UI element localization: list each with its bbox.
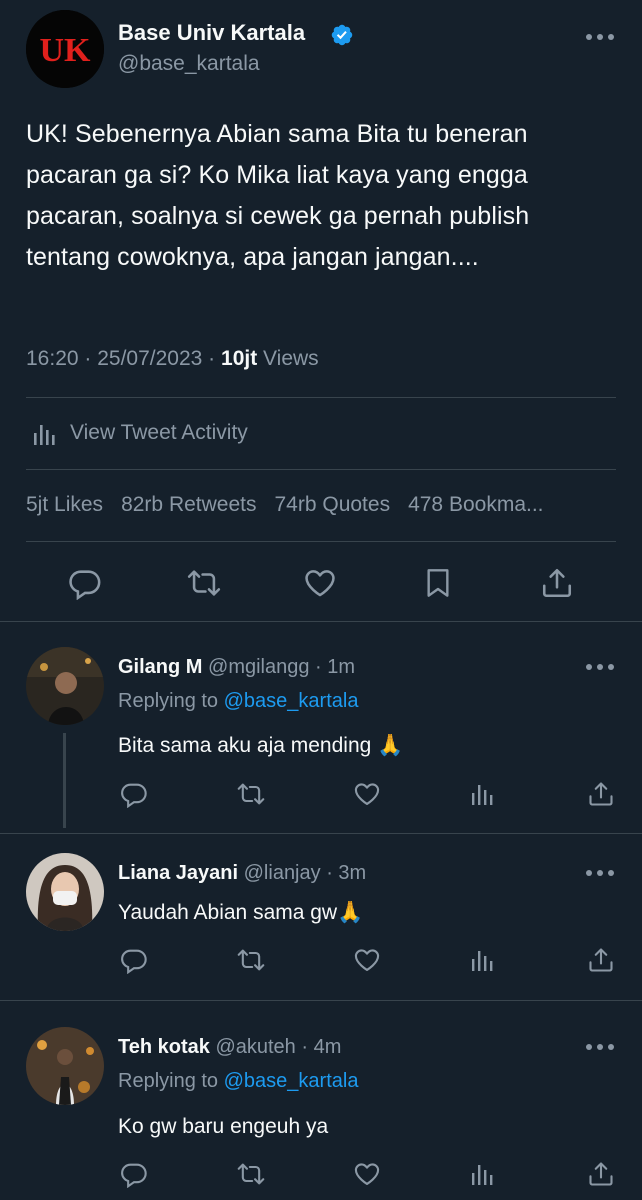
replying-to: Replying to @base_kartala bbox=[118, 690, 359, 712]
bookmarks-stat[interactable]: 478 Bookma... bbox=[408, 493, 543, 517]
reply-time[interactable]: 4m bbox=[314, 1036, 342, 1058]
tweet-action-bar bbox=[0, 560, 642, 606]
view-activity-label: View Tweet Activity bbox=[70, 421, 248, 444]
reply-author-name[interactable]: Gilang M bbox=[118, 656, 202, 678]
reply-text: Yaudah Abian sama gw🙏 bbox=[118, 901, 364, 924]
reply-icon[interactable] bbox=[68, 566, 102, 600]
reply-author-name[interactable]: Liana Jayani bbox=[118, 862, 238, 884]
retweet-icon[interactable] bbox=[236, 780, 266, 808]
reply-header: Teh kotak @akuteh · 4m bbox=[118, 1036, 342, 1058]
more-options-icon[interactable] bbox=[584, 1042, 616, 1052]
reply-action-bar bbox=[0, 1160, 642, 1194]
main-avatar[interactable]: UK bbox=[26, 10, 104, 88]
retweets-stat[interactable]: 82rb Retweets bbox=[121, 493, 256, 517]
divider bbox=[0, 833, 642, 834]
divider bbox=[0, 621, 642, 622]
like-icon[interactable] bbox=[303, 566, 337, 600]
reply-text: Bita sama aku aja mending 🙏 bbox=[118, 734, 404, 757]
divider bbox=[26, 541, 616, 542]
analytics-icon[interactable] bbox=[470, 780, 496, 808]
share-icon[interactable] bbox=[587, 780, 615, 808]
reply-avatar[interactable] bbox=[26, 647, 104, 725]
view-activity-link[interactable]: View Tweet Activity bbox=[30, 419, 248, 447]
replying-to-handle[interactable]: @base_kartala bbox=[224, 690, 359, 712]
tweet-body: UK! Sebenernya Abian sama Bita tu benera… bbox=[26, 120, 530, 271]
reply-icon[interactable] bbox=[120, 946, 148, 974]
bookmark-icon[interactable] bbox=[422, 566, 454, 600]
reply-avatar[interactable] bbox=[26, 853, 104, 931]
tweet-meta: 16:20 · 25/07/2023 · 10jt Views bbox=[26, 347, 319, 370]
avatar-logo-text: UK bbox=[40, 32, 92, 69]
reply-time[interactable]: 1m bbox=[327, 656, 355, 678]
share-icon[interactable] bbox=[587, 946, 615, 974]
reply-text: Ko gw baru engeuh ya bbox=[118, 1115, 329, 1138]
likes-stat[interactable]: 5jt Likes bbox=[26, 493, 103, 517]
replying-to-handle[interactable]: @base_kartala bbox=[224, 1070, 359, 1092]
tweet-time[interactable]: 16:20 bbox=[26, 347, 79, 370]
reply-author-handle[interactable]: @mgilangg bbox=[208, 656, 309, 678]
reply-author-handle[interactable]: @lianjay bbox=[244, 862, 321, 884]
more-options-icon[interactable] bbox=[584, 32, 616, 42]
analytics-icon[interactable] bbox=[470, 1160, 496, 1188]
analytics-icon[interactable] bbox=[470, 946, 496, 974]
reply-header: Gilang M @mgilangg · 1m bbox=[118, 656, 356, 678]
views-count: 10jt bbox=[221, 347, 258, 370]
like-icon[interactable] bbox=[353, 1160, 381, 1188]
verified-badge-icon bbox=[330, 23, 354, 47]
replying-to: Replying to @base_kartala bbox=[118, 1070, 359, 1092]
reply-time[interactable]: 3m bbox=[338, 862, 366, 884]
retweet-icon[interactable] bbox=[186, 566, 222, 600]
like-icon[interactable] bbox=[353, 946, 381, 974]
more-options-icon[interactable] bbox=[584, 868, 616, 878]
share-icon[interactable] bbox=[540, 566, 574, 600]
engagement-stats: 5jt Likes 82rb Retweets 74rb Quotes 478 … bbox=[26, 493, 616, 517]
author-name[interactable]: Base Univ Kartala bbox=[118, 20, 305, 46]
analytics-icon bbox=[30, 419, 58, 447]
reply-avatar[interactable] bbox=[26, 1027, 104, 1105]
retweet-icon[interactable] bbox=[236, 1160, 266, 1188]
divider bbox=[26, 469, 616, 470]
reply-icon[interactable] bbox=[120, 1160, 148, 1188]
more-options-icon[interactable] bbox=[584, 662, 616, 672]
divider bbox=[0, 1000, 642, 1001]
reply-author-name[interactable]: Teh kotak bbox=[118, 1036, 210, 1058]
reply-action-bar bbox=[0, 780, 642, 814]
quotes-stat[interactable]: 74rb Quotes bbox=[274, 493, 390, 517]
reply-header: Liana Jayani @lianjay · 3m bbox=[118, 862, 367, 884]
like-icon[interactable] bbox=[353, 780, 381, 808]
retweet-icon[interactable] bbox=[236, 946, 266, 974]
author-handle[interactable]: @base_kartala bbox=[118, 52, 260, 76]
share-icon[interactable] bbox=[587, 1160, 615, 1188]
tweet-date[interactable]: 25/07/2023 bbox=[97, 347, 202, 370]
reply-author-handle[interactable]: @akuteh bbox=[215, 1036, 295, 1058]
divider bbox=[26, 397, 616, 398]
views-label: Views bbox=[263, 347, 319, 370]
reply-icon[interactable] bbox=[120, 780, 148, 808]
reply-action-bar bbox=[0, 946, 642, 980]
